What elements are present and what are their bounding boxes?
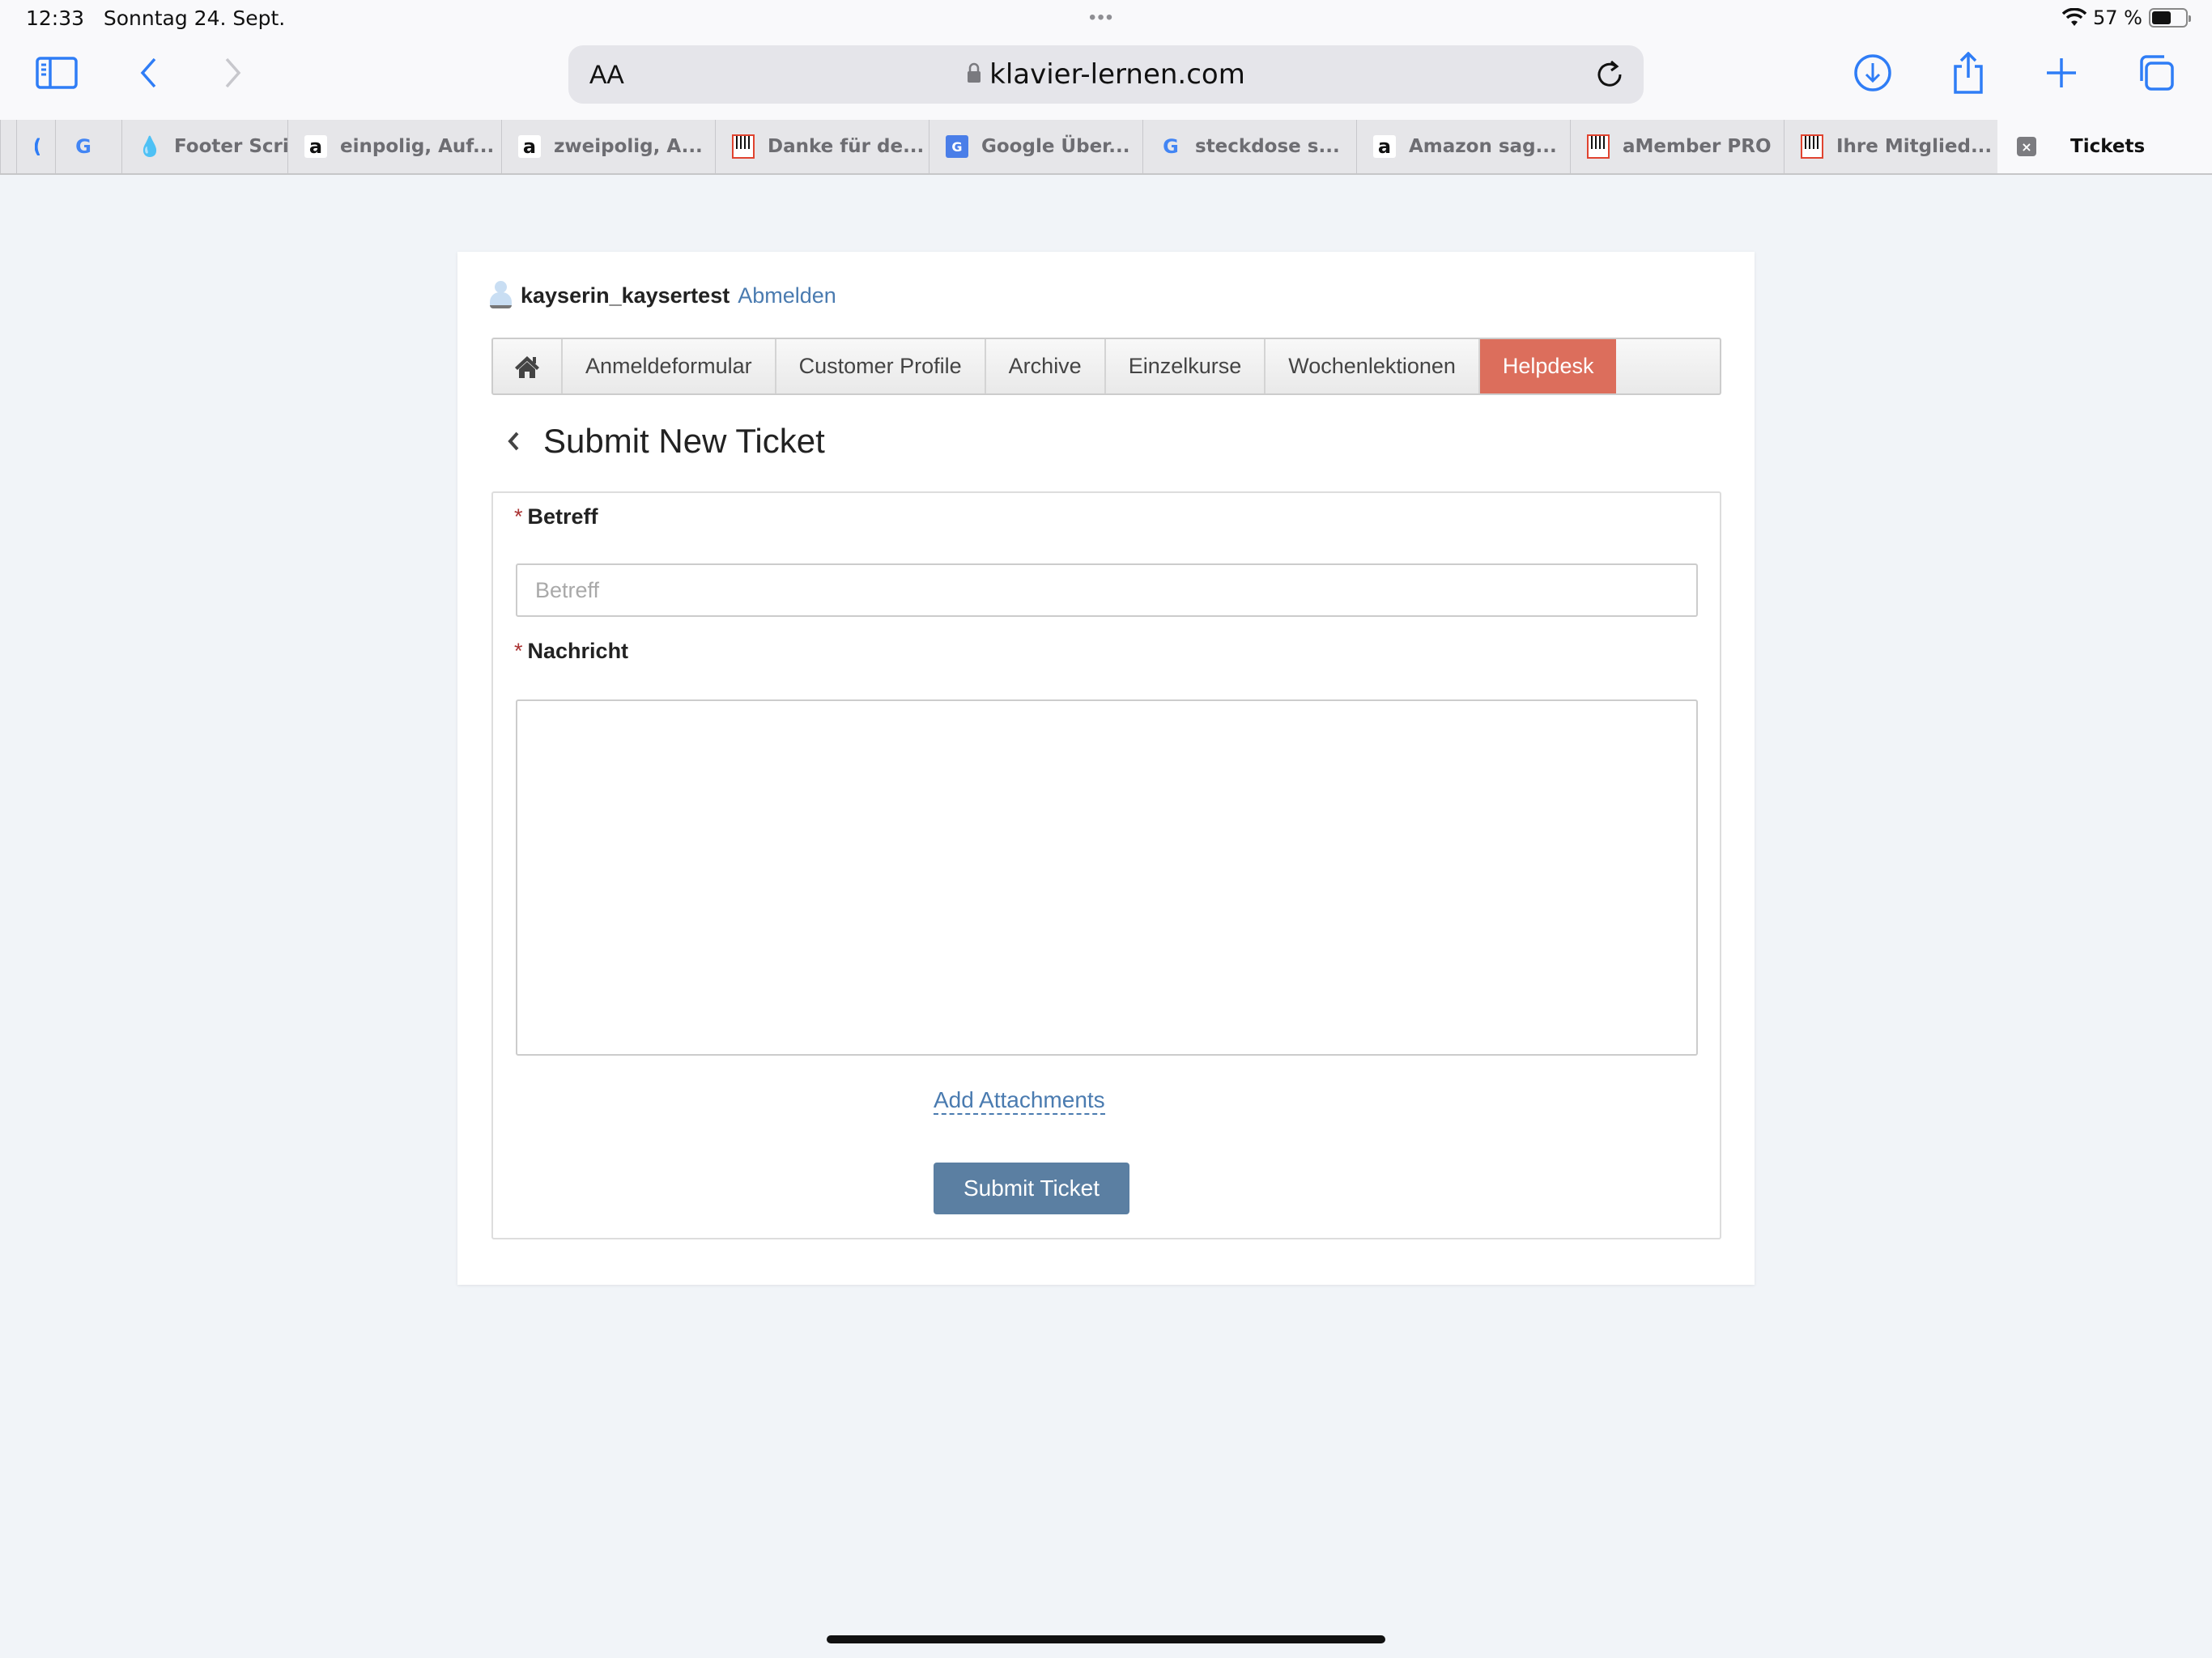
url-text: klavier-lernen.com	[989, 58, 1245, 91]
close-tab-icon[interactable]: ×	[2017, 137, 2036, 156]
tab-item[interactable]: a zweipolig, A...	[501, 120, 715, 173]
main-nav: Anmeldeformular Customer Profile Archive…	[491, 338, 1721, 395]
tab-item[interactable]: 💧 Footer Scri	[121, 120, 287, 173]
tab-label: Ihre Mitglied...	[1836, 136, 1993, 157]
user-icon	[488, 281, 513, 310]
back-button[interactable]	[125, 50, 171, 96]
piano-icon	[1801, 134, 1823, 159]
required-mark: *	[514, 639, 523, 663]
piano-icon	[732, 134, 755, 159]
page-header: Submit New Ticket	[506, 422, 825, 461]
nav-wochenlektionen[interactable]: Wochenlektionen	[1266, 339, 1480, 393]
tab-item[interactable]: Ihre Mitglied...	[1784, 120, 1997, 173]
amazon-icon: a	[1373, 135, 1396, 158]
message-label-text: Nachricht	[527, 639, 629, 663]
nav-archive[interactable]: Archive	[986, 339, 1106, 393]
required-mark: *	[514, 504, 523, 529]
multitasking-dots-icon[interactable]: •••	[1089, 6, 1114, 29]
tab-label: Tickets	[2070, 136, 2146, 157]
forward-button[interactable]	[211, 50, 256, 96]
date: Sonntag 24. Sept.	[103, 6, 286, 30]
tab-label: aMember PRO	[1623, 136, 1772, 157]
tab-label: zweipolig, A...	[554, 136, 703, 157]
helpdesk-card: kayserin_kaysertest Abmelden Anmeldeform…	[457, 252, 1755, 1285]
battery-icon	[2149, 8, 2191, 28]
tab-item[interactable]: G steckdose s...	[1142, 120, 1356, 173]
nav-customer-profile[interactable]: Customer Profile	[776, 339, 986, 393]
status-time: 12:33 Sonntag 24. Sept.	[26, 6, 285, 30]
drupal-icon: 💧	[138, 135, 162, 158]
chevron-right-icon	[225, 57, 241, 88]
nav-anmeldeformular[interactable]: Anmeldeformular	[563, 339, 776, 393]
favicon-icon: (	[35, 135, 40, 158]
submit-ticket-button[interactable]: Submit Ticket	[934, 1163, 1129, 1214]
url-field[interactable]: klavier-lernen.com	[568, 58, 1644, 91]
status-indicators: 57 %	[2062, 6, 2191, 29]
download-button[interactable]	[1850, 50, 1895, 96]
tab-partial[interactable]: (	[16, 120, 55, 173]
tab-label: Google Über...	[981, 136, 1130, 157]
piano-icon	[1587, 134, 1610, 159]
logout-link[interactable]: Abmelden	[738, 283, 836, 308]
subject-input[interactable]	[516, 563, 1698, 617]
tab-label: einpolig, Auf...	[340, 136, 495, 157]
google-icon: G	[1163, 135, 1179, 158]
tabs-overview-button[interactable]	[2133, 50, 2179, 96]
nav-home[interactable]	[493, 339, 563, 393]
tab-item[interactable]: G Google Über...	[929, 120, 1142, 173]
username: kayserin_kaysertest	[521, 283, 730, 308]
chevron-left-icon	[140, 57, 156, 88]
home-icon	[515, 355, 539, 378]
lock-icon	[968, 62, 981, 83]
tab-item[interactable]: a Amazon sag...	[1356, 120, 1570, 173]
tab-bar: ( G 💧 Footer Scri a einpolig, Auf... a z…	[0, 120, 2212, 175]
new-tab-button[interactable]	[2039, 50, 2084, 96]
ticket-form: *Betreff *Nachricht	[491, 491, 1721, 1239]
google-icon: G	[75, 135, 91, 158]
tab-item[interactable]: aMember PRO	[1570, 120, 1784, 173]
share-icon	[1954, 52, 1983, 94]
tab-label: Footer Scri	[174, 136, 287, 157]
subject-label: * Betreff	[514, 504, 598, 529]
tab-google[interactable]: G	[55, 120, 121, 173]
nav-einzelkurse[interactable]: Einzelkurse	[1106, 339, 1266, 393]
reload-icon[interactable]	[1592, 57, 1627, 92]
page-title: Submit New Ticket	[543, 422, 825, 460]
wifi-icon	[2062, 8, 2087, 26]
subject-label-text: Betreff	[527, 504, 598, 529]
download-icon	[1854, 54, 1891, 91]
tab-label: steckdose s...	[1195, 136, 1340, 157]
amazon-icon: a	[304, 135, 327, 158]
back-chevron-icon[interactable]	[506, 430, 521, 453]
tab-label: Amazon sag...	[1409, 136, 1557, 157]
tab-overflow[interactable]	[0, 120, 16, 173]
tab-tickets-active[interactable]: × Tickets	[1997, 120, 2212, 173]
sidebar-icon[interactable]	[34, 50, 79, 96]
tabs-icon	[2140, 55, 2174, 91]
browser-chrome: 12:33 Sonntag 24. Sept. ••• 57 % AA klav…	[0, 0, 2212, 120]
address-bar[interactable]: AA klavier-lernen.com	[568, 45, 1644, 104]
nav-helpdesk[interactable]: Helpdesk	[1479, 339, 1617, 393]
add-attachments-link[interactable]: Add Attachments	[934, 1087, 1105, 1115]
tab-item[interactable]: Danke für de...	[715, 120, 929, 173]
share-button[interactable]	[1946, 50, 1991, 96]
plus-icon	[2047, 58, 2076, 87]
message-label: * Nachricht	[514, 639, 628, 664]
clock: 12:33	[26, 6, 85, 30]
battery-percent: 57 %	[2093, 6, 2142, 29]
amazon-icon: a	[518, 135, 541, 158]
tab-item[interactable]: a einpolig, Auf...	[287, 120, 501, 173]
home-indicator[interactable]	[827, 1635, 1385, 1643]
user-bar: kayserin_kaysertest Abmelden	[488, 281, 836, 310]
google-translate-icon: G	[946, 135, 968, 158]
tab-label: Danke für de...	[768, 136, 925, 157]
message-textarea[interactable]	[516, 699, 1698, 1056]
